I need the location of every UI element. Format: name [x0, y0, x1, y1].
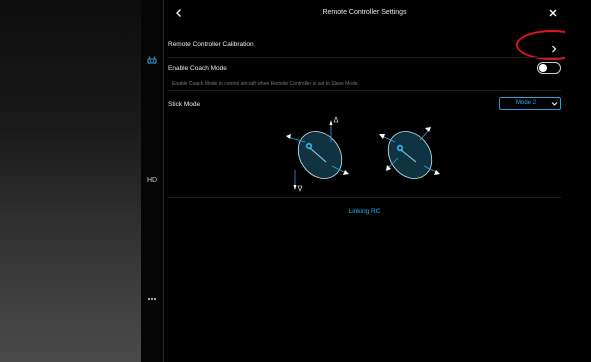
remote-controller-icon[interactable] [141, 56, 163, 66]
coach-mode-label: Enable Coach Mode [168, 65, 227, 72]
top-bar: Remote Controller Settings [164, 0, 565, 27]
stick-mode-dropdown[interactable]: Mode 2 [499, 97, 561, 110]
divider [168, 90, 561, 91]
hd-icon[interactable]: HD [141, 177, 163, 184]
stick-mode-diagram [286, 116, 440, 192]
ellipsis-icon[interactable] [141, 296, 163, 303]
stick-mode-label: Stick Mode [168, 101, 201, 108]
right-stick-diagram [379, 127, 440, 179]
coach-mode-description: Enable Coach Mode to control aircraft wh… [172, 81, 360, 87]
coach-mode-toggle[interactable] [537, 62, 561, 74]
chevron-down-icon [551, 102, 558, 106]
calibration-row[interactable]: Remote Controller Calibration [164, 33, 565, 57]
side-icon-strip: HD [141, 0, 163, 362]
left-stick-diagram [286, 116, 349, 192]
page-title: Remote Controller Settings [322, 9, 407, 16]
linking-rc-button[interactable]: Linking RC [164, 208, 565, 215]
close-icon [549, 9, 557, 17]
left-background-pane [0, 0, 141, 362]
right-edge-bar [565, 0, 591, 362]
stick-mode-value: Mode 2 [515, 100, 536, 106]
divider [168, 57, 561, 58]
calibration-label: Remote Controller Calibration [168, 41, 254, 48]
close-button[interactable] [547, 6, 559, 20]
divider [168, 197, 561, 198]
settings-panel: Remote Controller Settings Remote Contro… [164, 0, 588, 362]
toggle-knob [539, 64, 547, 72]
